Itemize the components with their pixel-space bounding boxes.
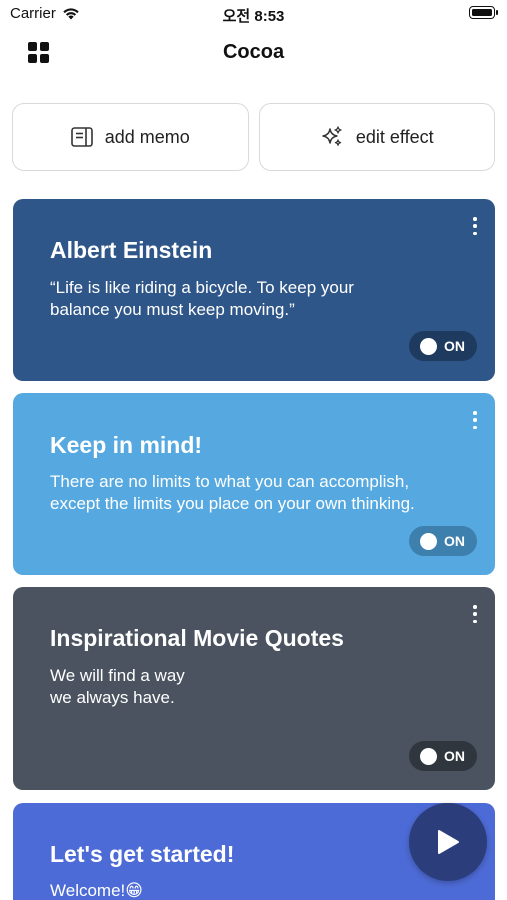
play-icon: [438, 830, 459, 854]
card-body: There are no limits to what you can acco…: [50, 472, 415, 513]
toggle-label: ON: [444, 338, 465, 354]
card-title: Inspirational Movie Quotes: [50, 625, 344, 651]
toggle-label: ON: [444, 748, 465, 764]
sparkles-icon: [322, 126, 342, 146]
navigation-bar: Cocoa: [0, 28, 507, 78]
card-body: “Life is like riding a bicycle. To keep …: [50, 278, 354, 319]
page-title: Cocoa: [222, 41, 285, 63]
play-button[interactable]: [409, 803, 487, 881]
card-title: Let's get started!: [50, 841, 235, 867]
card-title: Albert Einstein: [50, 237, 213, 263]
more-options-icon[interactable]: [471, 411, 479, 429]
add-memo-label: add memo: [104, 126, 190, 147]
toggle-switch[interactable]: ON: [409, 741, 477, 771]
card-title: Keep in mind!: [50, 432, 203, 458]
status-bar: Carrier 오전 8:53: [0, 0, 507, 28]
toggle-knob: [420, 747, 437, 765]
toggle-knob: [420, 532, 437, 550]
memo-icon: [70, 127, 93, 147]
memo-card[interactable]: Keep in mind! There are no limits to wha…: [13, 393, 495, 575]
more-options-icon[interactable]: [471, 217, 479, 235]
toggle-switch[interactable]: ON: [409, 526, 477, 556]
toggle-switch[interactable]: ON: [409, 331, 477, 361]
clock: 오전 8:53: [222, 8, 285, 25]
edit-effect-label: edit effect: [355, 126, 434, 147]
edit-effect-button[interactable]: edit effect: [258, 103, 495, 171]
action-row: add memo edit effect: [12, 103, 495, 171]
toggle-label: ON: [444, 533, 465, 549]
add-memo-button[interactable]: add memo: [12, 103, 249, 171]
more-options-icon[interactable]: [471, 605, 479, 623]
toggle-knob: [420, 337, 437, 355]
memo-card[interactable]: Albert Einstein “Life is like riding a b…: [13, 199, 495, 381]
card-body: Welcome!😁: [50, 881, 143, 900]
battery-icon: [469, 6, 498, 19]
card-body: We will find a way we always have.: [50, 666, 185, 707]
memo-card[interactable]: Inspirational Movie Quotes We will find …: [13, 587, 495, 790]
